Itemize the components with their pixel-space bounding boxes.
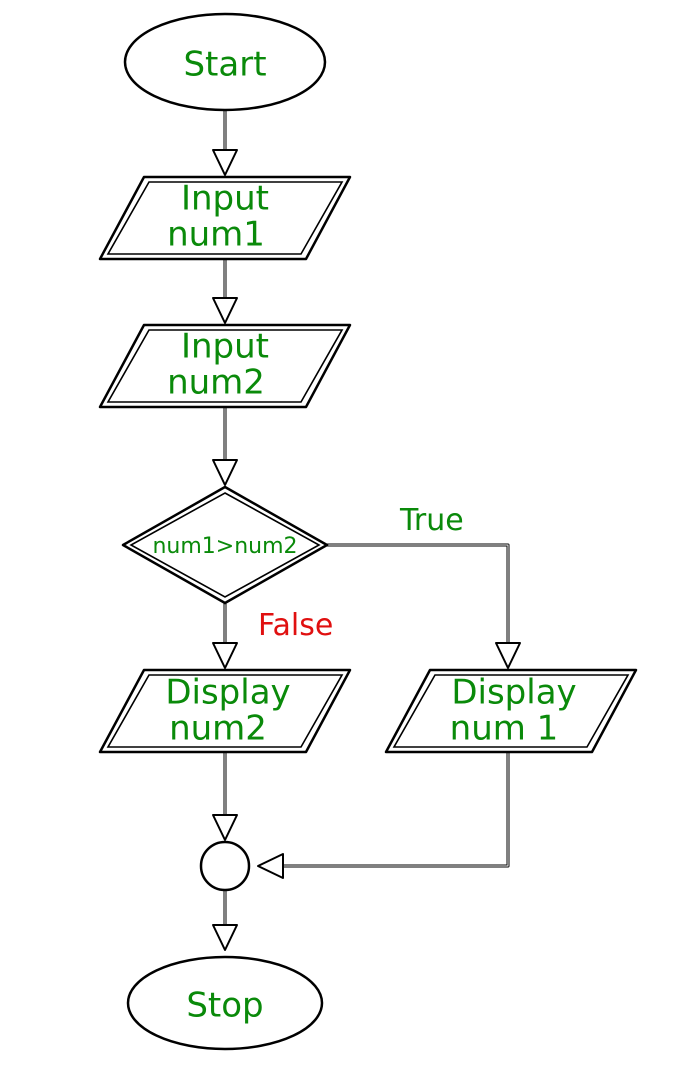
edge-display-false-to-join — [213, 752, 237, 840]
edge-decision-true: True — [323, 503, 520, 668]
svg-text:Input: Input — [181, 327, 269, 367]
flowchart-canvas: False True Start Input num1 — [0, 0, 682, 1080]
node-input-num2: Input num2 — [100, 325, 350, 407]
edge-decision-false: False — [213, 603, 333, 668]
node-display-num2: Display num2 — [100, 670, 350, 752]
node-input-num1: Input num1 — [100, 177, 350, 259]
edge-display-true-to-join — [258, 752, 508, 878]
node-decision: num1>num2 — [123, 487, 327, 603]
svg-text:Display: Display — [451, 673, 576, 713]
svg-text:Display: Display — [165, 673, 290, 713]
edge-input1-to-input2 — [213, 259, 237, 323]
svg-text:num1: num1 — [167, 215, 265, 255]
branch-label-true: True — [399, 503, 464, 538]
node-stop: Stop — [128, 957, 322, 1049]
node-start: Start — [125, 14, 325, 110]
svg-text:Input: Input — [181, 179, 269, 219]
branch-label-false: False — [258, 608, 333, 643]
svg-text:num2: num2 — [167, 363, 265, 403]
node-join-connector — [201, 842, 249, 890]
node-display-num1: Display num 1 — [386, 670, 636, 752]
edge-start-to-input1 — [213, 111, 237, 175]
edge-join-to-stop — [213, 890, 237, 950]
svg-text:Stop: Stop — [186, 986, 263, 1026]
edge-input2-to-decision — [213, 407, 237, 485]
svg-text:num2: num2 — [169, 709, 267, 749]
svg-text:num1>num2: num1>num2 — [152, 534, 297, 559]
svg-text:Start: Start — [183, 45, 266, 85]
svg-text:num 1: num 1 — [450, 709, 559, 749]
